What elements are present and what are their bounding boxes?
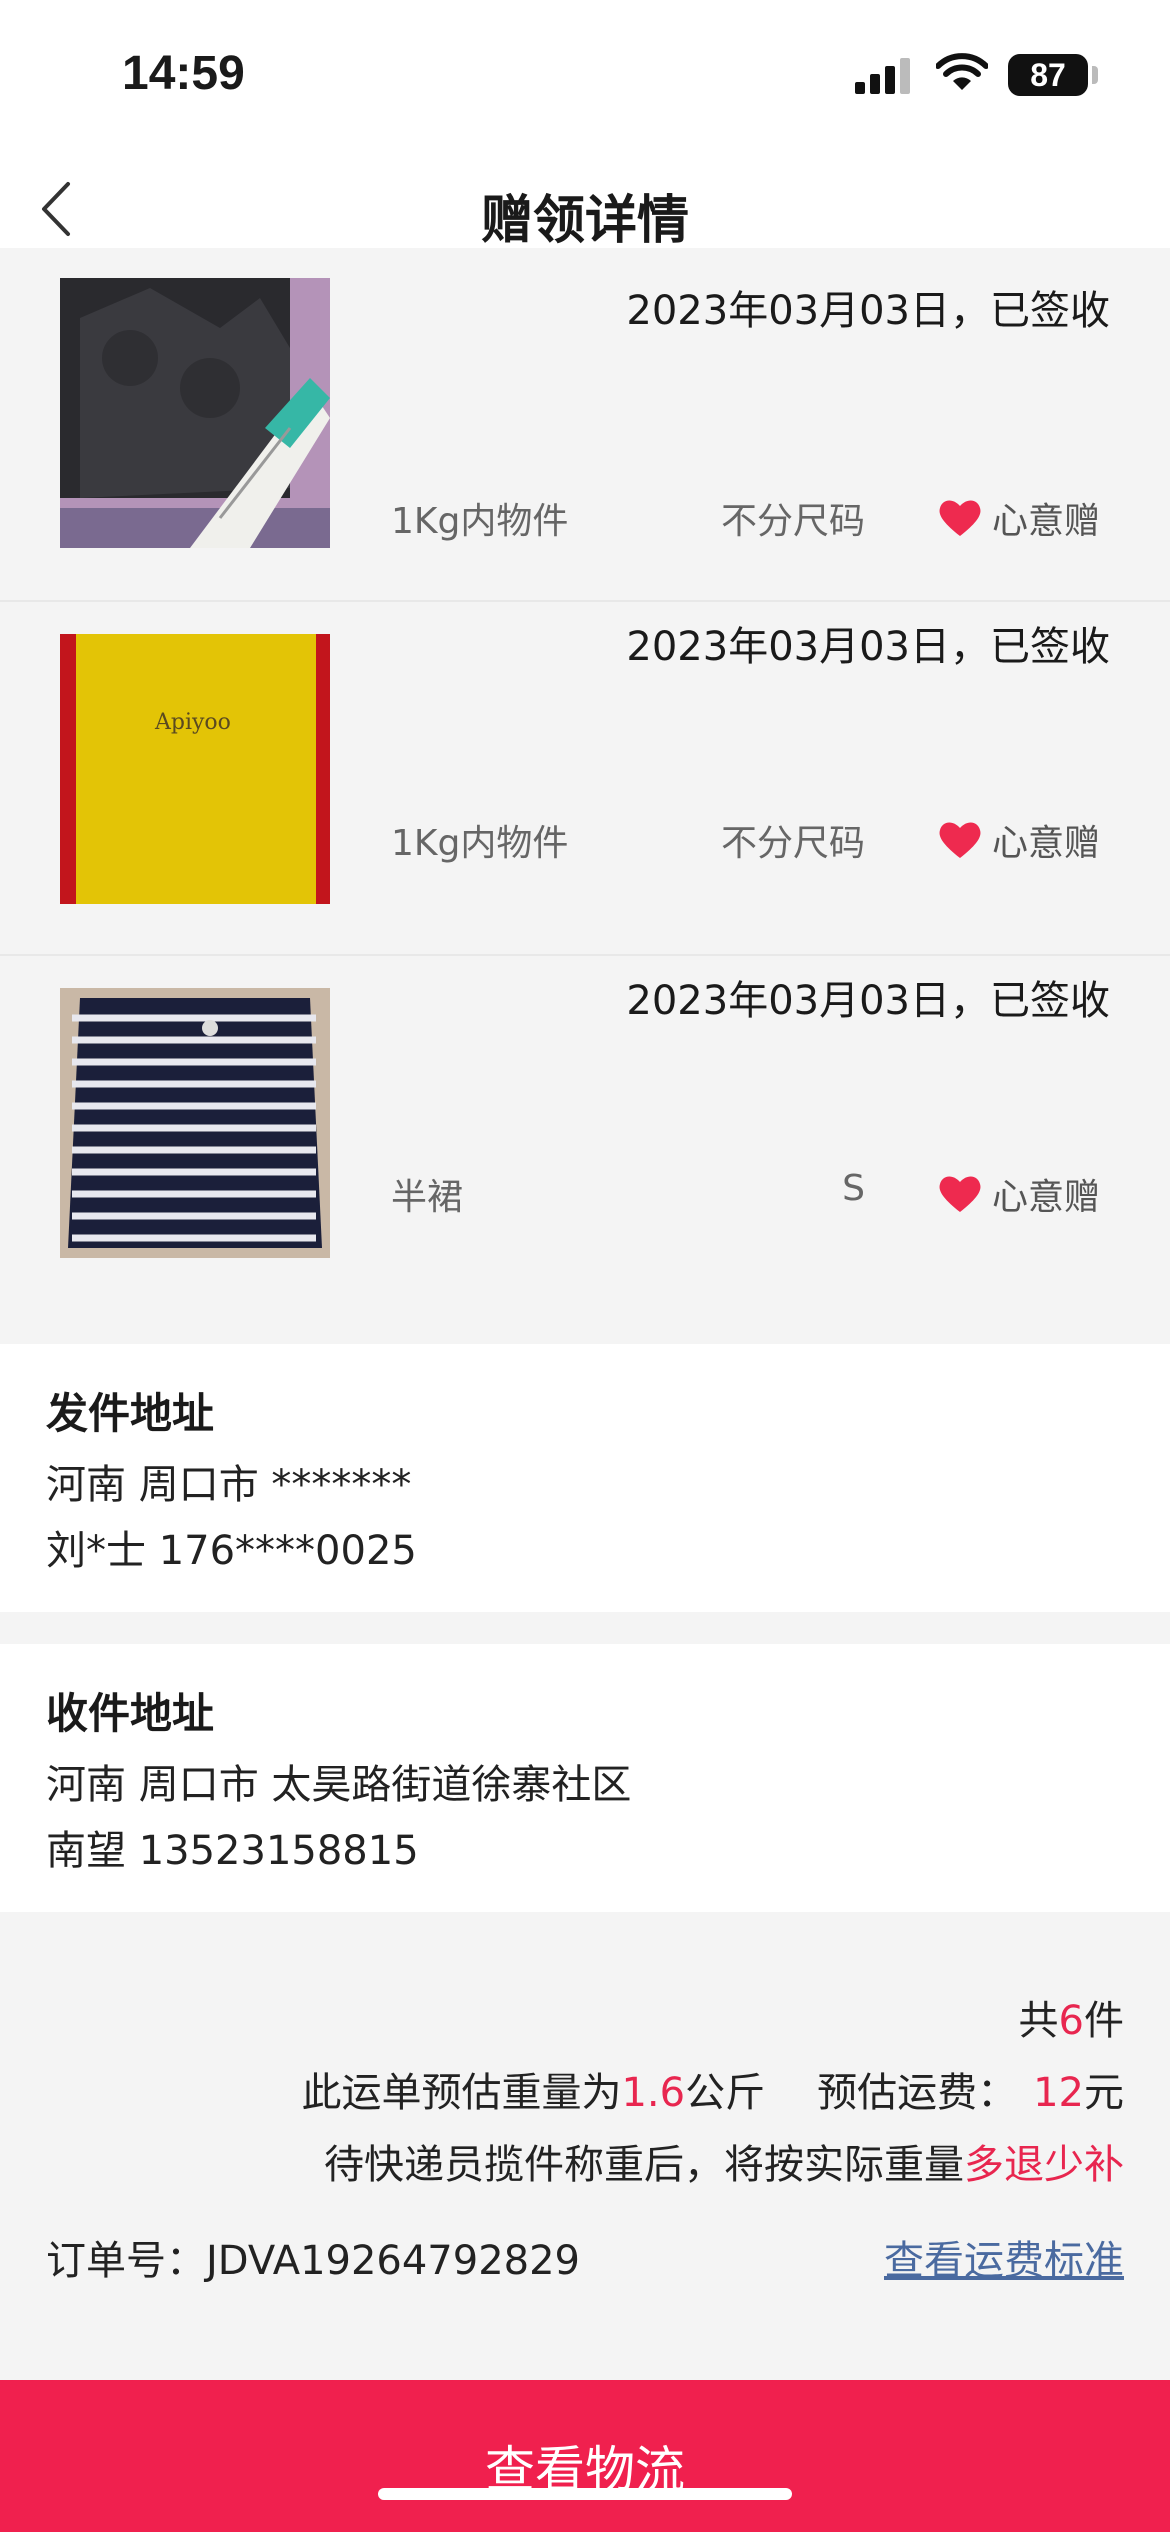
receiver-title: 收件地址 (46, 1689, 215, 1738)
sender-address: 河南 周口市 ******* (46, 1462, 412, 1508)
heart-icon (939, 822, 981, 858)
gift-tag: 心意赠 (938, 814, 1100, 866)
page-title: 赠领详情 (480, 191, 689, 251)
item-date: 2023年03月03日，已签收 (626, 624, 1110, 670)
item-date: 2023年03月03日，已签收 (626, 978, 1110, 1024)
status-time: 14:59 (122, 47, 245, 100)
fee-value: 12 (1033, 2070, 1084, 2116)
svg-text:Apiyoo: Apiyoo (154, 710, 231, 735)
count-value: 6 (1058, 1998, 1084, 2044)
home-indicator[interactable] (378, 2488, 792, 2500)
wifi-icon (936, 53, 988, 90)
receiver-address-card: 收件地址 河南 周口市 太昊路街道徐寨社区 南望 13523158815 (0, 1644, 1170, 1912)
gift-label: 心意赠 (991, 823, 1100, 864)
item-date: 2023年03月03日，已签收 (626, 288, 1110, 334)
gift-item[interactable]: Apiyoo 2023年03月03日，已签收 1Kg内物件 不分尺码 心意赠 (0, 602, 1170, 956)
battery-cap (1092, 66, 1098, 84)
gift-label: 心意赠 (991, 501, 1100, 542)
item-image: Apiyoo (60, 634, 330, 904)
weight-note: 待快递员揽件称重后，将按实际重量多退少补 (324, 2142, 1124, 2188)
order-number: 订单号：JDVA19264792829 (46, 2238, 581, 2284)
fee-rules-link[interactable]: 查看运费标准 (884, 2228, 1124, 2286)
item-image (60, 278, 330, 548)
item-name: 1Kg内物件 (391, 501, 569, 542)
receiver-contact: 南望 13523158815 (46, 1828, 419, 1874)
gift-tag: 心意赠 (938, 492, 1100, 544)
item-count: 共6件 (1018, 1998, 1124, 2044)
sender-address-card: 发件地址 河南 周口市 ******* 刘*士 176****0025 (0, 1344, 1170, 1612)
item-image (60, 988, 330, 1258)
battery-icon: 87 (1008, 54, 1088, 96)
weight-value: 1.6 (621, 2070, 686, 2116)
item-name: 半裙 (391, 1177, 464, 1218)
item-size: 不分尺码 (720, 501, 865, 542)
gift-tag: 心意赠 (938, 1168, 1100, 1220)
heart-icon (939, 500, 981, 536)
sender-contact: 刘*士 176****0025 (46, 1528, 417, 1574)
gift-item[interactable]: 2023年03月03日，已签收 半裙 S 心意赠 (0, 956, 1170, 1342)
view-logistics-button[interactable]: 查看物流 (0, 2380, 1170, 2532)
receiver-address: 河南 周口市 太昊路街道徐寨社区 (46, 1762, 632, 1808)
signal-icon (855, 58, 910, 94)
status-bar: 14:59 87 (0, 0, 1170, 150)
item-size: S (842, 1168, 865, 1209)
sender-title: 发件地址 (46, 1389, 215, 1438)
gift-label: 心意赠 (991, 1177, 1100, 1218)
item-size: 不分尺码 (720, 823, 865, 864)
gift-item[interactable]: 2023年03月03日，已签收 1Kg内物件 不分尺码 心意赠 (0, 248, 1170, 602)
heart-icon (939, 1176, 981, 1212)
item-name: 1Kg内物件 (391, 823, 569, 864)
weight-fee-line: 此运单预估重量为1.6公斤 预估运费： 12元 (301, 2070, 1124, 2116)
